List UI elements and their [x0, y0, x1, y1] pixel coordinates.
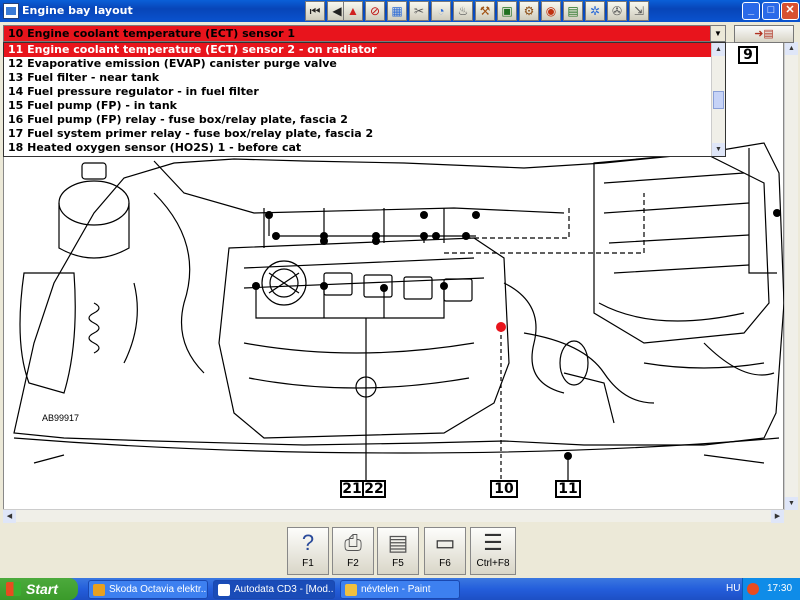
no-entry-icon[interactable]: ⊘ — [365, 1, 385, 21]
list-item[interactable]: 18 Heated oxygen sensor (HO2S) 1 - befor… — [4, 141, 725, 155]
print-button[interactable]: ➜▤ — [734, 25, 794, 43]
close-button[interactable]: ✕ — [781, 2, 799, 20]
chart-icon[interactable]: ▤ — [563, 1, 583, 21]
app-icon — [3, 3, 19, 19]
task-label: névtelen - Paint — [361, 584, 431, 595]
f2-label: F2 — [347, 558, 359, 569]
scroll-right-icon[interactable]: ▶ — [771, 510, 784, 523]
chevron-down-icon[interactable]: ▼ — [710, 26, 725, 41]
diagram-horizontal-scrollbar[interactable]: ◀ ▶ — [3, 509, 784, 523]
task-label: Autodata CD3 - [Mod... — [234, 584, 335, 595]
relay-icon[interactable]: ◉ — [541, 1, 561, 21]
list-item[interactable]: 14 Fuel pressure regulator - in fuel fil… — [4, 85, 725, 99]
scroll-down-icon[interactable]: ▼ — [785, 497, 798, 510]
list-item[interactable]: 17 Fuel system primer relay - fuse box/r… — [4, 127, 725, 141]
gauge-icon[interactable]: ◔ — [431, 1, 451, 21]
f2-print-button[interactable]: ⎙ F2 — [332, 527, 374, 575]
scroll-thumb[interactable] — [713, 91, 724, 109]
list-item[interactable]: 16 Fuel pump (FP) relay - fuse box/relay… — [4, 113, 725, 127]
autodata-icon — [218, 584, 230, 596]
first-icon[interactable]: ⏮ — [305, 1, 325, 21]
table-icon: ☰ — [483, 530, 503, 555]
exit-icon[interactable]: ⇲ — [629, 1, 649, 21]
windows-logo-icon — [6, 582, 21, 596]
task-label: Skoda Octavia elektr... — [109, 584, 208, 595]
f5-label: F5 — [392, 558, 404, 569]
selector-value: 10 Engine coolant temperature (ECT) sens… — [8, 27, 295, 40]
wrench-icon[interactable]: ⚒ — [475, 1, 495, 21]
callout-21[interactable]: 21 — [340, 480, 364, 498]
document-icon: ▤ — [387, 530, 409, 555]
f5-button[interactable]: ▤ F5 — [377, 527, 419, 575]
f1-help-button[interactable]: ? F1 — [287, 527, 329, 575]
car-icon[interactable]: ▣ — [497, 1, 517, 21]
list-scrollbar[interactable]: ▲ ▼ — [711, 43, 725, 156]
printer-icon: ⎙ — [344, 530, 362, 555]
scroll-up-icon[interactable]: ▲ — [712, 43, 725, 56]
highlighted-component-marker — [496, 322, 506, 332]
seat-icon[interactable]: ♨ — [453, 1, 473, 21]
scroll-down-icon[interactable]: ▼ — [712, 143, 725, 156]
start-button[interactable]: Start — [0, 578, 78, 600]
taskbar: Start Skoda Octavia elektr... Autodata C… — [0, 578, 800, 600]
list-item[interactable]: 12 Evaporative emission (EVAP) canister … — [4, 57, 725, 71]
warning-icon[interactable]: ▲ — [343, 1, 363, 21]
print-preview-icon: ▭ — [434, 530, 456, 555]
cog-icon[interactable]: ✲ — [585, 1, 605, 21]
callout-9[interactable]: 9 — [738, 46, 758, 64]
minimize-button[interactable]: _ — [742, 2, 760, 20]
maximize-button[interactable]: □ — [762, 2, 780, 20]
wheel-icon[interactable]: ✇ — [607, 1, 627, 21]
taskbar-item-autodata[interactable]: Autodata CD3 - [Mod... — [213, 580, 335, 599]
f1-label: F1 — [302, 558, 314, 569]
f6-button[interactable]: ▭ F6 — [424, 527, 466, 575]
component-list[interactable]: 11 Engine coolant temperature (ECT) sens… — [3, 42, 726, 157]
callout-10[interactable]: 10 — [490, 480, 518, 498]
list-item[interactable]: 13 Fuel filter - near tank — [4, 71, 725, 85]
browser-icon — [93, 584, 105, 596]
tools-icon[interactable]: ✂ — [409, 1, 429, 21]
component-selector[interactable]: 10 Engine coolant temperature (ECT) sens… — [3, 25, 726, 42]
callout-11[interactable]: 11 — [555, 480, 581, 498]
f6-label: F6 — [439, 558, 451, 569]
language-indicator[interactable]: HU — [726, 578, 740, 600]
tray-icon[interactable] — [747, 583, 759, 595]
diagram-ref-code: AB99917 — [42, 413, 79, 423]
diagram-vertical-scrollbar[interactable]: ▲ ▼ — [784, 42, 798, 510]
start-label: Start — [26, 581, 58, 597]
help-icon: ? — [301, 530, 315, 555]
taskbar-item-paint[interactable]: névtelen - Paint — [340, 580, 460, 599]
scroll-up-icon[interactable]: ▲ — [785, 42, 798, 55]
window-title: Engine bay layout — [22, 4, 133, 17]
ctrl-f8-label: Ctrl+F8 — [476, 558, 510, 569]
app-window: Engine bay layout ⏮ ◀ ▲ ⊘ ▦ ✂ ◔ ♨ ⚒ ▣ ⚙ … — [0, 0, 800, 578]
list-item[interactable]: 11 Engine coolant temperature (ECT) sens… — [4, 43, 725, 57]
engine-icon[interactable]: ⚙ — [519, 1, 539, 21]
ctrl-f8-button[interactable]: ☰ Ctrl+F8 — [470, 527, 516, 575]
clock: 17:30 — [767, 583, 793, 594]
paint-icon — [345, 584, 357, 596]
system-tray: 17:30 — [742, 578, 800, 600]
function-key-bar: ? F1 ⎙ F2 ▤ F5 ▭ F6 ☰ Ctrl+F8 — [0, 524, 800, 578]
diagram-icon[interactable]: ▦ — [387, 1, 407, 21]
taskbar-item-skoda[interactable]: Skoda Octavia elektr... — [88, 580, 208, 599]
title-bar: Engine bay layout ⏮ ◀ ▲ ⊘ ▦ ✂ ◔ ♨ ⚒ ▣ ⚙ … — [0, 0, 800, 22]
scroll-left-icon[interactable]: ◀ — [3, 510, 16, 523]
list-item[interactable]: 15 Fuel pump (FP) - in tank — [4, 99, 725, 113]
callout-22[interactable]: 22 — [362, 480, 386, 498]
print-icon: ➜▤ — [754, 28, 774, 40]
